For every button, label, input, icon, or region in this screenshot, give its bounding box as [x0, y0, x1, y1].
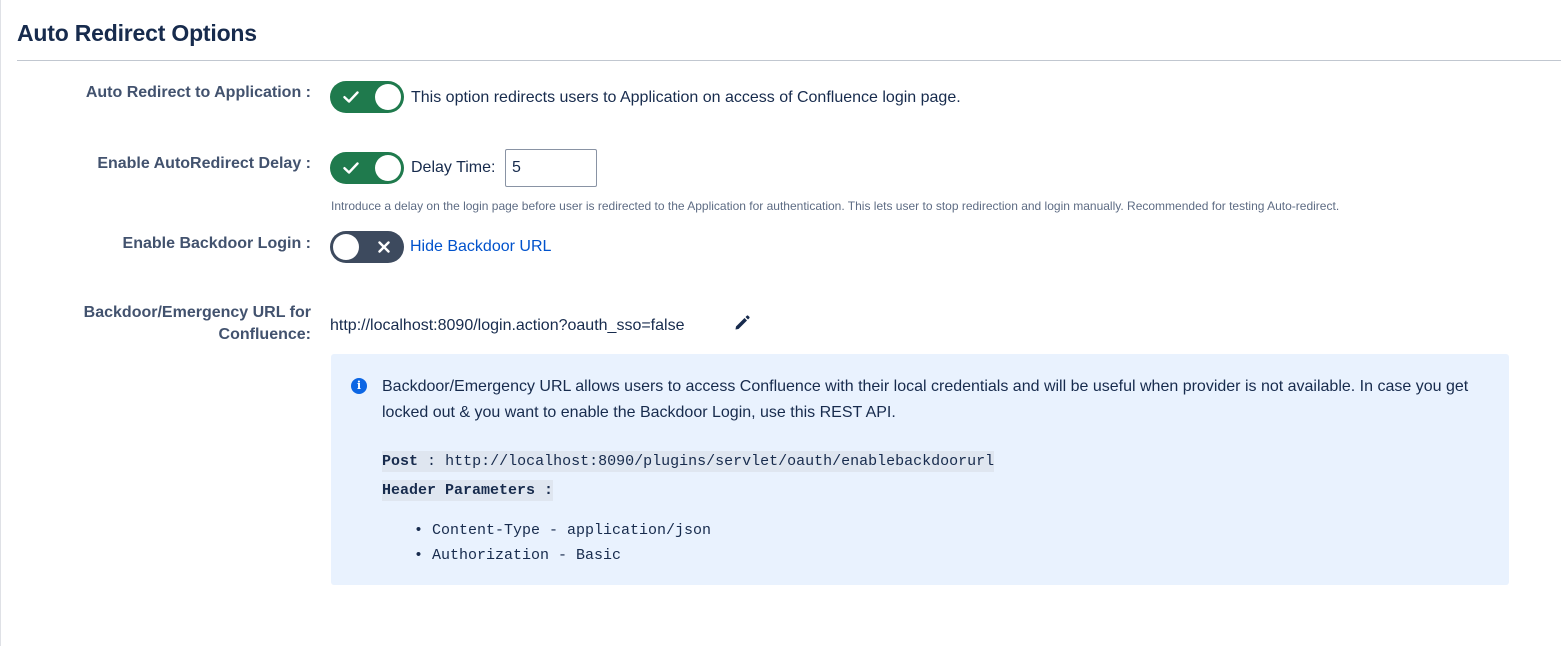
- auto-redirect-toggle[interactable]: [330, 81, 404, 113]
- pencil-icon[interactable]: [733, 314, 751, 337]
- backdoor-url-label-line1: Backdoor/Emergency URL for: [83, 304, 311, 321]
- list-item: Authorization - Basic: [412, 543, 711, 568]
- delay-time-label: Delay Time:: [411, 159, 496, 176]
- toggle-knob: [375, 84, 401, 110]
- toggle-knob: [333, 234, 359, 260]
- toggle-knob: [375, 155, 401, 181]
- backdoor-login-toggle[interactable]: [330, 231, 404, 263]
- auto-redirect-label: Auto Redirect to Application :: [85, 84, 311, 101]
- post-label: Post: [382, 453, 419, 470]
- section-divider: [17, 60, 1561, 61]
- backdoor-info-panel: i Backdoor/Emergency URL allows users to…: [331, 354, 1509, 585]
- post-endpoint: Post : http://localhost:8090/plugins/ser…: [382, 451, 995, 472]
- backdoor-login-label: Enable Backdoor Login :: [122, 235, 311, 252]
- page-left-border: [0, 0, 1, 646]
- info-icon: i: [351, 378, 367, 394]
- checkmark-icon: [338, 152, 364, 184]
- list-item: Content-Type - application/json: [412, 518, 711, 543]
- section-title: Auto Redirect Options: [17, 20, 257, 46]
- autoredirect-delay-label: Enable AutoRedirect Delay :: [97, 155, 311, 172]
- header-parameters-heading: Header Parameters :: [382, 480, 554, 501]
- backdoor-url-label: Backdoor/Emergency URL for Confluence:: [84, 302, 311, 346]
- close-icon: [371, 231, 397, 263]
- hide-backdoor-url-link[interactable]: Hide Backdoor URL: [410, 238, 551, 256]
- header-parameters-list: Content-Type - application/json Authoriz…: [412, 518, 711, 568]
- autoredirect-delay-toggle[interactable]: [330, 152, 404, 184]
- header-parameters-label: Header Parameters :: [382, 482, 554, 499]
- autoredirect-delay-help: Introduce a delay on the login page befo…: [331, 199, 1340, 213]
- auto-redirect-description: This option redirects users to Applicati…: [411, 89, 961, 106]
- post-separator: :: [427, 453, 437, 470]
- checkmark-icon: [338, 81, 364, 113]
- post-url: http://localhost:8090/plugins/servlet/oa…: [445, 453, 995, 470]
- backdoor-url-label-line2: Confluence:: [218, 326, 311, 343]
- info-message: Backdoor/Emergency URL allows users to a…: [382, 378, 1469, 421]
- delay-time-input[interactable]: [505, 149, 597, 187]
- backdoor-url-value: http://localhost:8090/login.action?oauth…: [330, 317, 685, 334]
